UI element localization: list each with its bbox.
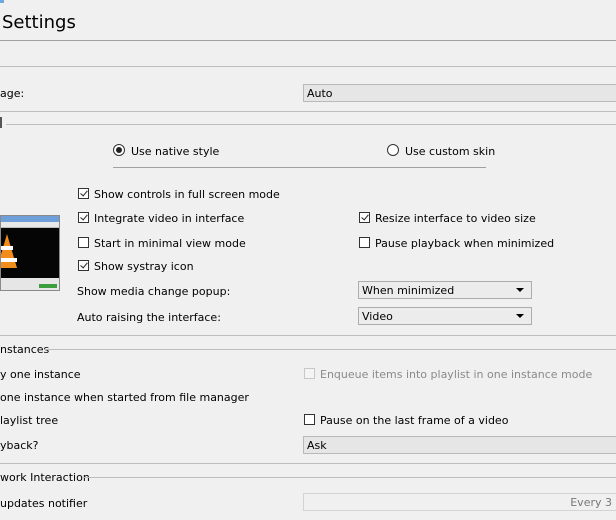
- updates-interval-spinner[interactable]: Every 3: [303, 493, 616, 511]
- pause-last-frame-checkbox[interactable]: [304, 414, 315, 425]
- language-label: age:: [0, 87, 25, 100]
- auto-raise-label: Auto raising the interface:: [77, 311, 221, 324]
- instances-section-title: nstances: [0, 343, 50, 356]
- playlist-tree-label: laylist tree: [0, 414, 59, 427]
- instances-title-line: [44, 349, 616, 350]
- network-title-line: [82, 477, 616, 478]
- minimal-view-label: Start in minimal view mode: [94, 237, 246, 250]
- one-instance-label: y one instance: [0, 368, 81, 381]
- resize-interface-checkbox[interactable]: [359, 212, 370, 223]
- section-divider-look: [0, 111, 616, 112]
- file-manager-label: one instance when started from file mana…: [0, 391, 249, 404]
- style-divider: [113, 167, 486, 168]
- fullscreen-controls-label: Show controls in full screen mode: [94, 188, 280, 201]
- updates-label: updates notifier: [0, 497, 88, 510]
- section-divider-network: [0, 463, 616, 464]
- enqueue-checkbox[interactable]: [304, 368, 315, 379]
- native-style-label: Use native style: [131, 145, 220, 158]
- custom-skin-label: Use custom skin: [405, 145, 496, 158]
- language-select[interactable]: Auto: [303, 84, 616, 102]
- auto-raise-value: Video: [362, 310, 393, 323]
- minimal-view-checkbox[interactable]: [78, 237, 89, 248]
- systray-checkbox[interactable]: [78, 260, 89, 271]
- page-title: Settings: [2, 12, 76, 33]
- section-divider-look-inner: [6, 124, 616, 125]
- integrate-video-label: Integrate video in interface: [94, 212, 245, 225]
- playback-label: yback?: [0, 439, 39, 452]
- pause-minimized-label: Pause playback when minimized: [375, 237, 555, 250]
- custom-skin-radio[interactable]: [387, 144, 399, 156]
- chevron-down-icon: [516, 288, 524, 292]
- vlc-cone-icon: [1, 234, 17, 268]
- auto-raise-select[interactable]: Video: [358, 307, 532, 325]
- window-corner-accent: [0, 0, 4, 3]
- enqueue-label: Enqueue items into playlist in one insta…: [320, 368, 593, 381]
- integrate-video-checkbox[interactable]: [78, 212, 89, 223]
- network-section-title: work Interaction: [0, 471, 90, 484]
- fullscreen-controls-checkbox[interactable]: [78, 188, 89, 199]
- section-divider-top: [0, 66, 616, 67]
- resize-interface-label: Resize interface to video size: [375, 212, 536, 225]
- native-style-radio[interactable]: [113, 144, 125, 156]
- systray-label: Show systray icon: [94, 260, 194, 273]
- media-popup-value: When minimized: [362, 284, 455, 297]
- pause-minimized-checkbox[interactable]: [359, 237, 370, 248]
- header-divider: [0, 40, 616, 41]
- section-marker: [0, 117, 2, 128]
- playback-select[interactable]: Ask: [303, 436, 616, 454]
- section-divider-instances: [0, 335, 616, 336]
- media-popup-select[interactable]: When minimized: [358, 281, 532, 299]
- media-popup-label: Show media change popup:: [77, 285, 231, 298]
- interface-preview-image: [0, 215, 60, 291]
- pause-last-frame-label: Pause on the last frame of a video: [320, 414, 509, 427]
- chevron-down-icon: [516, 314, 524, 318]
